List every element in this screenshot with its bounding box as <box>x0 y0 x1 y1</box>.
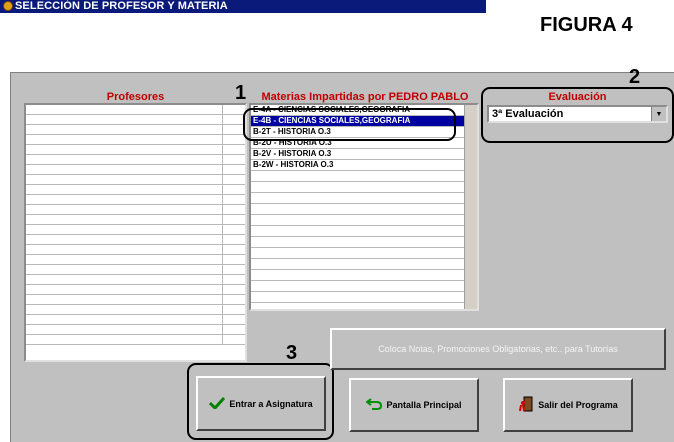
profesor-row[interactable] <box>26 125 245 135</box>
window-title: SELECCIÓN DE PROFESOR Y MATERIA <box>15 0 228 12</box>
pantalla-principal-button[interactable]: Pantalla Principal <box>349 378 479 432</box>
salir-programa-button[interactable]: Salir del Programa <box>503 378 633 432</box>
tutorias-button[interactable]: Coloca Notas, Promociones Obligatorias, … <box>330 328 666 370</box>
profesor-cell <box>26 135 223 144</box>
profesor-cell <box>26 205 223 214</box>
profesor-cell <box>26 115 223 124</box>
profesor-cell <box>26 255 223 264</box>
profesor-row[interactable] <box>26 315 245 325</box>
profesor-cell <box>26 305 223 314</box>
callout-box-2 <box>481 87 674 143</box>
materia-empty-row <box>251 226 477 237</box>
exit-door-icon <box>518 396 534 414</box>
profesor-row[interactable] <box>26 325 245 335</box>
materia-empty-row <box>251 193 477 204</box>
materia-empty-row <box>251 303 477 309</box>
materia-empty-row <box>251 215 477 226</box>
entrar-asignatura-label: Entrar a Asignatura <box>229 398 313 409</box>
profesor-row[interactable] <box>26 295 245 305</box>
profesor-row[interactable] <box>26 205 245 215</box>
profesor-row[interactable] <box>26 275 245 285</box>
materia-empty-row <box>251 270 477 281</box>
profesor-row[interactable] <box>26 225 245 235</box>
figure-label: FIGURA 4 <box>540 14 633 36</box>
profesor-cell <box>26 235 223 244</box>
pantalla-principal-label: Pantalla Principal <box>386 400 462 410</box>
profesor-row[interactable] <box>26 145 245 155</box>
profesor-cell <box>26 155 223 164</box>
materia-empty-row <box>251 259 477 270</box>
profesor-cell <box>26 325 223 334</box>
materia-item[interactable]: B-2W - HISTORIA O.3 <box>251 160 477 171</box>
callout-box-1 <box>243 108 456 141</box>
title-bar: SELECCIÓN DE PROFESOR Y MATERIA <box>0 0 486 13</box>
profesor-cell <box>26 105 223 114</box>
profesores-list[interactable] <box>24 103 247 362</box>
profesor-cell <box>26 275 223 284</box>
profesor-row[interactable] <box>26 195 245 205</box>
checkmark-icon <box>209 396 226 411</box>
profesor-cell <box>26 185 223 194</box>
materia-item[interactable]: B-2V - HISTORIA O.3 <box>251 149 477 160</box>
materia-empty-row <box>251 248 477 259</box>
profesor-row[interactable] <box>26 135 245 145</box>
profesor-cell <box>26 125 223 134</box>
profesor-cell <box>26 175 223 184</box>
profesor-cell <box>26 145 223 154</box>
profesor-row[interactable] <box>26 285 245 295</box>
materias-header: Materias Impartidas por PEDRO PABLO <box>261 91 469 103</box>
profesor-row[interactable] <box>26 105 245 115</box>
app-icon <box>3 1 13 11</box>
profesor-row[interactable] <box>26 245 245 255</box>
profesor-cell <box>26 195 223 204</box>
profesor-cell <box>26 225 223 234</box>
profesor-row[interactable] <box>26 155 245 165</box>
profesor-cell <box>26 245 223 254</box>
profesor-cell <box>26 295 223 304</box>
profesor-row[interactable] <box>26 335 245 345</box>
profesor-cell <box>26 215 223 224</box>
profesor-row[interactable] <box>26 165 245 175</box>
profesor-row[interactable] <box>26 215 245 225</box>
materia-empty-row <box>251 171 477 182</box>
entrar-asignatura-button[interactable]: Entrar a Asignatura <box>196 376 326 431</box>
profesores-header: Profesores <box>106 91 165 103</box>
materia-empty-row <box>251 204 477 215</box>
callout-number-1: 1 <box>235 82 247 104</box>
profesor-row[interactable] <box>26 175 245 185</box>
tutorias-button-label: Coloca Notas, Promociones Obligatorias, … <box>378 344 618 354</box>
salir-programa-label: Salir del Programa <box>538 400 618 410</box>
profesor-cell <box>26 285 223 294</box>
callout-number-2: 2 <box>629 66 641 88</box>
profesor-row[interactable] <box>26 185 245 195</box>
profesor-row[interactable] <box>26 235 245 245</box>
profesor-cell <box>26 315 223 324</box>
profesor-row[interactable] <box>26 255 245 265</box>
return-arrow-icon <box>365 398 383 412</box>
materia-empty-row <box>251 182 477 193</box>
materias-scrollbar[interactable] <box>464 105 477 309</box>
profesor-cell <box>26 335 223 344</box>
profesor-row[interactable] <box>26 265 245 275</box>
materia-empty-row <box>251 281 477 292</box>
profesor-row[interactable] <box>26 305 245 315</box>
callout-number-3: 3 <box>286 342 298 364</box>
profesor-cell <box>26 165 223 174</box>
materia-empty-row <box>251 237 477 248</box>
materia-empty-row <box>251 292 477 303</box>
profesor-cell <box>26 265 223 274</box>
profesor-row[interactable] <box>26 115 245 125</box>
